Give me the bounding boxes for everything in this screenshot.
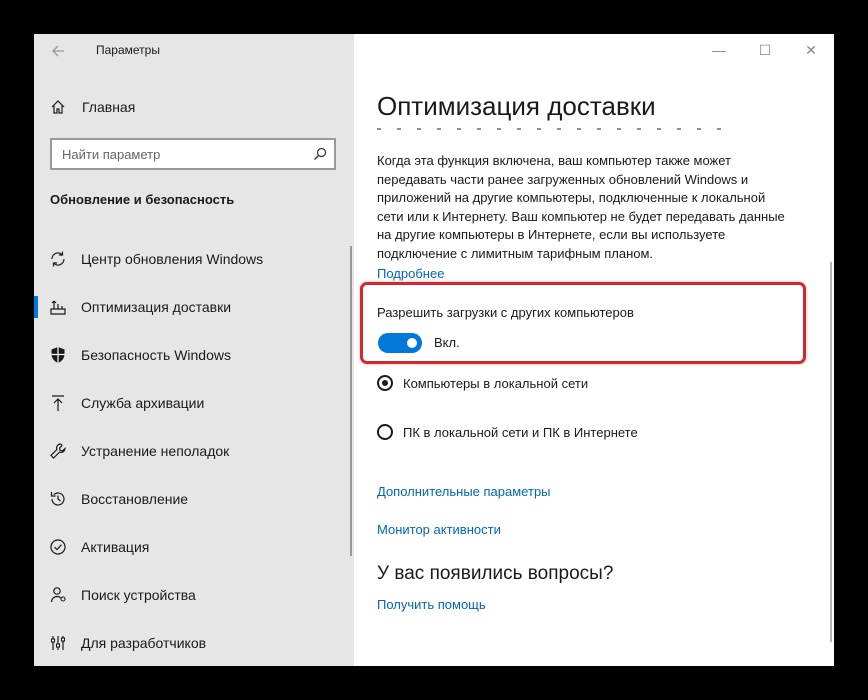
main-scrollbar[interactable] <box>830 262 832 642</box>
home-icon <box>48 97 68 117</box>
allow-downloads-toggle[interactable] <box>378 333 422 353</box>
sidebar-item-label: Восстановление <box>81 491 189 507</box>
sidebar: Параметры Главная Обновление и безопасно… <box>34 34 354 666</box>
sidebar-nav: Центр обновления Windows Оптимизация дос… <box>34 235 354 666</box>
highlight-frame <box>360 282 806 364</box>
allow-downloads-label: Разрешить загрузки с других компьютеров <box>377 305 634 320</box>
check-circle-icon <box>48 537 68 557</box>
home-label: Главная <box>82 99 136 115</box>
sidebar-item-home[interactable]: Главная <box>48 95 135 119</box>
sidebar-item-label: Активация <box>81 539 150 555</box>
sidebar-item-recovery[interactable]: Восстановление <box>34 475 354 523</box>
toggle-state-label: Вкл. <box>434 335 460 350</box>
developer-icon <box>48 633 68 653</box>
person-pin-icon <box>48 585 68 605</box>
search-input[interactable] <box>52 145 306 163</box>
section-title: Обновление и безопасность <box>50 192 235 207</box>
main-content: Оптимизация доставки Когда эта функция в… <box>354 34 834 666</box>
activity-monitor-link[interactable]: Монитор активности <box>377 522 501 537</box>
backup-icon <box>48 393 68 413</box>
get-help-link[interactable]: Получить помощь <box>377 597 486 612</box>
scrolled-text-fragment <box>377 128 737 130</box>
delivery-optimization-icon <box>48 297 68 317</box>
sidebar-item-activation[interactable]: Активация <box>34 523 354 571</box>
radio-local-network[interactable]: Компьютеры в локальной сети <box>377 375 588 391</box>
back-arrow-icon[interactable] <box>46 40 70 64</box>
sidebar-item-label: Для разработчиков <box>81 635 207 651</box>
app-title: Параметры <box>96 43 160 57</box>
radio-label: ПК в локальной сети и ПК в Интернете <box>403 424 638 440</box>
sidebar-item-windows-update[interactable]: Центр обновления Windows <box>34 235 354 283</box>
advanced-options-link[interactable]: Дополнительные параметры <box>377 484 551 499</box>
search-box[interactable] <box>50 138 336 170</box>
sidebar-item-backup[interactable]: Служба архивации <box>34 379 354 427</box>
shield-icon <box>48 345 68 365</box>
sidebar-item-label: Безопасность Windows <box>81 347 231 363</box>
sidebar-item-troubleshoot[interactable]: Устранение неполадок <box>34 427 354 475</box>
more-info-link[interactable]: Подробнее <box>377 266 444 281</box>
radio-circle[interactable] <box>377 375 393 391</box>
sidebar-item-label: Оптимизация доставки <box>81 299 232 315</box>
settings-window: Параметры Главная Обновление и безопасно… <box>34 34 834 666</box>
sidebar-scrollbar[interactable] <box>350 246 352 556</box>
sidebar-item-label: Устранение неполадок <box>81 443 230 459</box>
radio-local-and-internet[interactable]: ПК в локальной сети и ПК в Интернете <box>377 424 638 440</box>
page-title: Оптимизация доставки <box>377 91 656 121</box>
radio-circle[interactable] <box>377 424 393 440</box>
sidebar-item-find-device[interactable]: Поиск устройства <box>34 571 354 619</box>
sidebar-item-label: Служба архивации <box>81 395 205 411</box>
sync-icon <box>48 249 68 269</box>
sidebar-item-developers[interactable]: Для разработчиков <box>34 619 354 666</box>
description-text: Когда эта функция включена, ваш компьюте… <box>377 153 785 261</box>
questions-heading: У вас появились вопросы? <box>377 563 614 584</box>
sidebar-item-windows-security[interactable]: Безопасность Windows <box>34 331 354 379</box>
sidebar-item-label: Центр обновления Windows <box>81 251 264 267</box>
sidebar-item-delivery-optimization[interactable]: Оптимизация доставки <box>34 283 354 331</box>
wrench-icon <box>48 441 68 461</box>
radio-label: Компьютеры в локальной сети <box>403 375 589 391</box>
history-icon <box>48 489 68 509</box>
toggle-knob <box>407 338 417 348</box>
search-icon[interactable] <box>306 140 334 168</box>
sidebar-item-label: Поиск устройства <box>81 587 196 603</box>
